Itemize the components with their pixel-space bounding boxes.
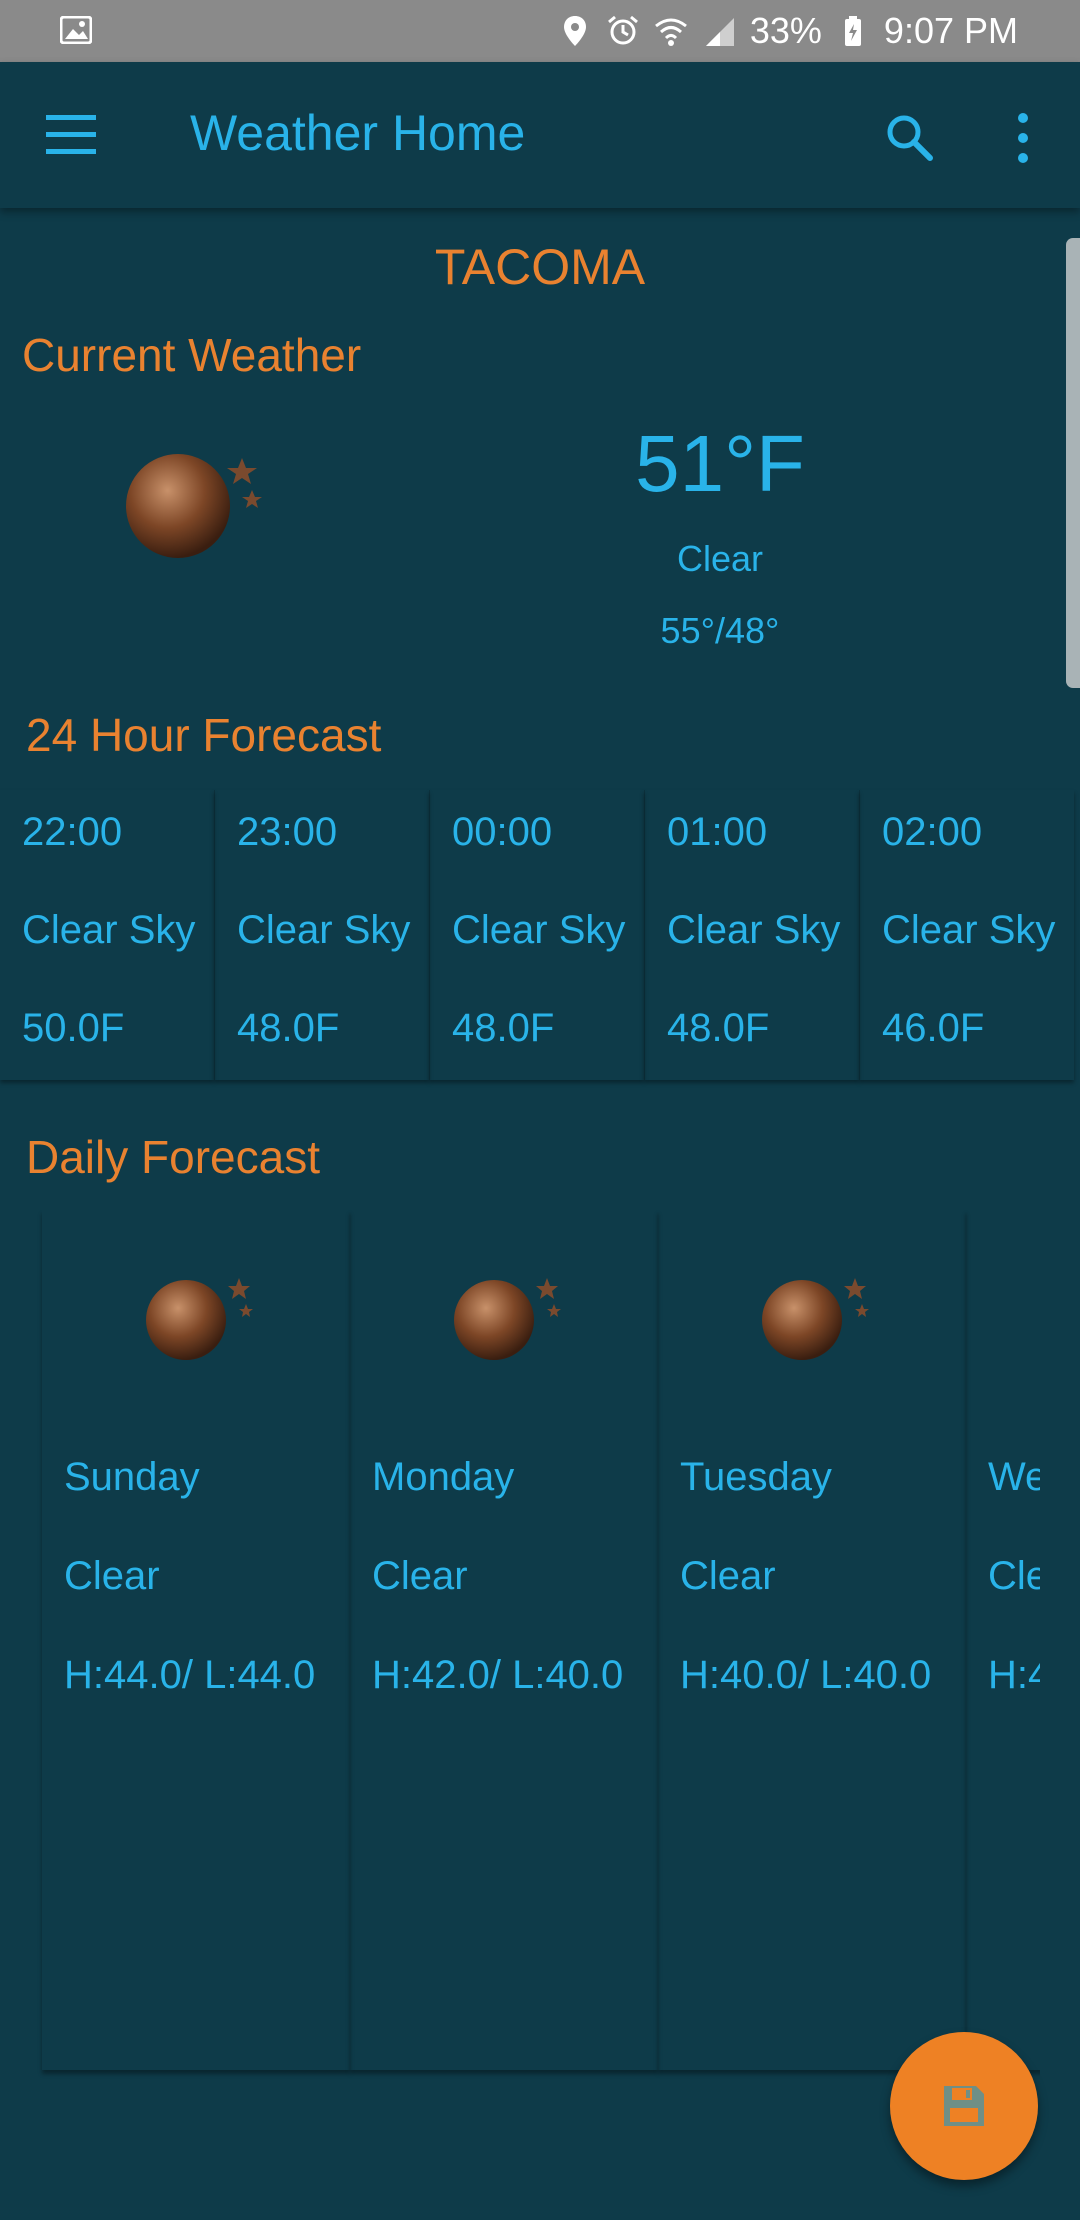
current-hi-lo: 55°/48° — [660, 610, 780, 651]
hour-time: 22:00 — [22, 810, 123, 854]
hourly-forecast-list[interactable]: 22:00 Clear Sky 50.0F 23:00 Clear Sky 48… — [0, 790, 1080, 1080]
day-name: Tuesday — [680, 1455, 832, 1499]
day-hi-lo: H:40.0/ L:40.0 — [680, 1653, 932, 1697]
hour-temperature: 48.0F — [237, 1006, 340, 1050]
hour-temperature: 48.0F — [667, 1006, 770, 1050]
signal-icon — [705, 18, 734, 46]
battery-icon — [844, 16, 861, 46]
save-icon — [944, 2086, 984, 2126]
city-name: TACOMA — [434, 239, 646, 295]
day-hi-lo: H:4 — [988, 1653, 1040, 1697]
daily-forecast-title: Daily Forecast — [26, 1131, 320, 1183]
moon-stars-icon — [762, 1278, 869, 1360]
day-name: Sunday — [64, 1455, 200, 1499]
hour-card[interactable]: 02:00 Clear Sky 46.0F — [859, 790, 1074, 1080]
day-card[interactable]: Sunday Clear H:44.0/ L:44.0 — [42, 1210, 350, 2070]
current-temperature: 51°F — [635, 419, 805, 508]
more-vert-icon[interactable] — [1008, 110, 1038, 166]
hour-condition: Clear Sky — [22, 908, 196, 952]
hour-condition: Clear Sky — [667, 908, 841, 952]
hour-time: 01:00 — [667, 810, 768, 854]
page-title: Weather Home — [190, 105, 526, 161]
hour-temperature: 50.0F — [22, 1006, 125, 1050]
save-fab-button[interactable] — [890, 2032, 1038, 2180]
hour-card[interactable]: 23:00 Clear Sky 48.0F — [214, 790, 429, 1080]
hour-card[interactable]: 22:00 Clear Sky 50.0F — [0, 790, 214, 1080]
day-condition: Clear — [64, 1554, 160, 1598]
hour-card[interactable]: 01:00 Clear Sky 48.0F — [644, 790, 859, 1080]
location-icon — [563, 16, 586, 46]
hour-condition: Clear Sky — [452, 908, 626, 952]
hour-time: 00:00 — [452, 810, 553, 854]
alarm-icon — [607, 15, 638, 45]
hour-time: 23:00 — [237, 810, 338, 854]
day-card[interactable]: Tuesday Clear H:40.0/ L:40.0 — [658, 1210, 966, 2070]
wifi-icon — [654, 18, 687, 46]
app-bar: Weather Home — [0, 62, 1080, 208]
clock: 9:07 PM — [883, 10, 1018, 51]
daily-forecast-list[interactable]: Sunday Clear H:44.0/ L:44.0 Monday Clear… — [0, 1210, 1040, 2080]
day-hi-lo: H:44.0/ L:44.0 — [64, 1653, 316, 1697]
moon-stars-icon — [146, 1278, 253, 1360]
day-name: Monday — [372, 1455, 515, 1499]
day-condition: Clear — [680, 1554, 776, 1598]
current-weather-title: Current Weather — [22, 329, 362, 381]
day-name: Wednesday — [988, 1455, 1040, 1499]
day-condition: Clear — [988, 1554, 1040, 1598]
status-bar: 33% 9:07 PM — [0, 0, 1080, 62]
menu-icon[interactable] — [46, 113, 100, 157]
day-card[interactable]: Wednesday Clear H:4 — [966, 1210, 1040, 2070]
search-icon[interactable] — [884, 112, 936, 164]
current-condition: Clear — [676, 538, 764, 579]
battery-percent: 33% — [749, 10, 822, 51]
scrollbar[interactable] — [1066, 238, 1080, 688]
hourly-forecast-title: 24 Hour Forecast — [26, 709, 382, 761]
day-condition: Clear — [372, 1554, 468, 1598]
moon-stars-icon — [454, 1278, 561, 1360]
hour-temperature: 48.0F — [452, 1006, 555, 1050]
hour-card[interactable]: 00:00 Clear Sky 48.0F — [429, 790, 644, 1080]
hour-time: 02:00 — [882, 810, 983, 854]
hour-condition: Clear Sky — [237, 908, 411, 952]
day-card[interactable]: Monday Clear H:42.0/ L:40.0 — [350, 1210, 658, 2070]
image-icon — [60, 16, 92, 44]
hour-condition: Clear Sky — [882, 908, 1056, 952]
moon-stars-icon — [126, 454, 262, 558]
day-hi-lo: H:42.0/ L:40.0 — [372, 1653, 624, 1697]
hour-temperature: 46.0F — [882, 1006, 985, 1050]
